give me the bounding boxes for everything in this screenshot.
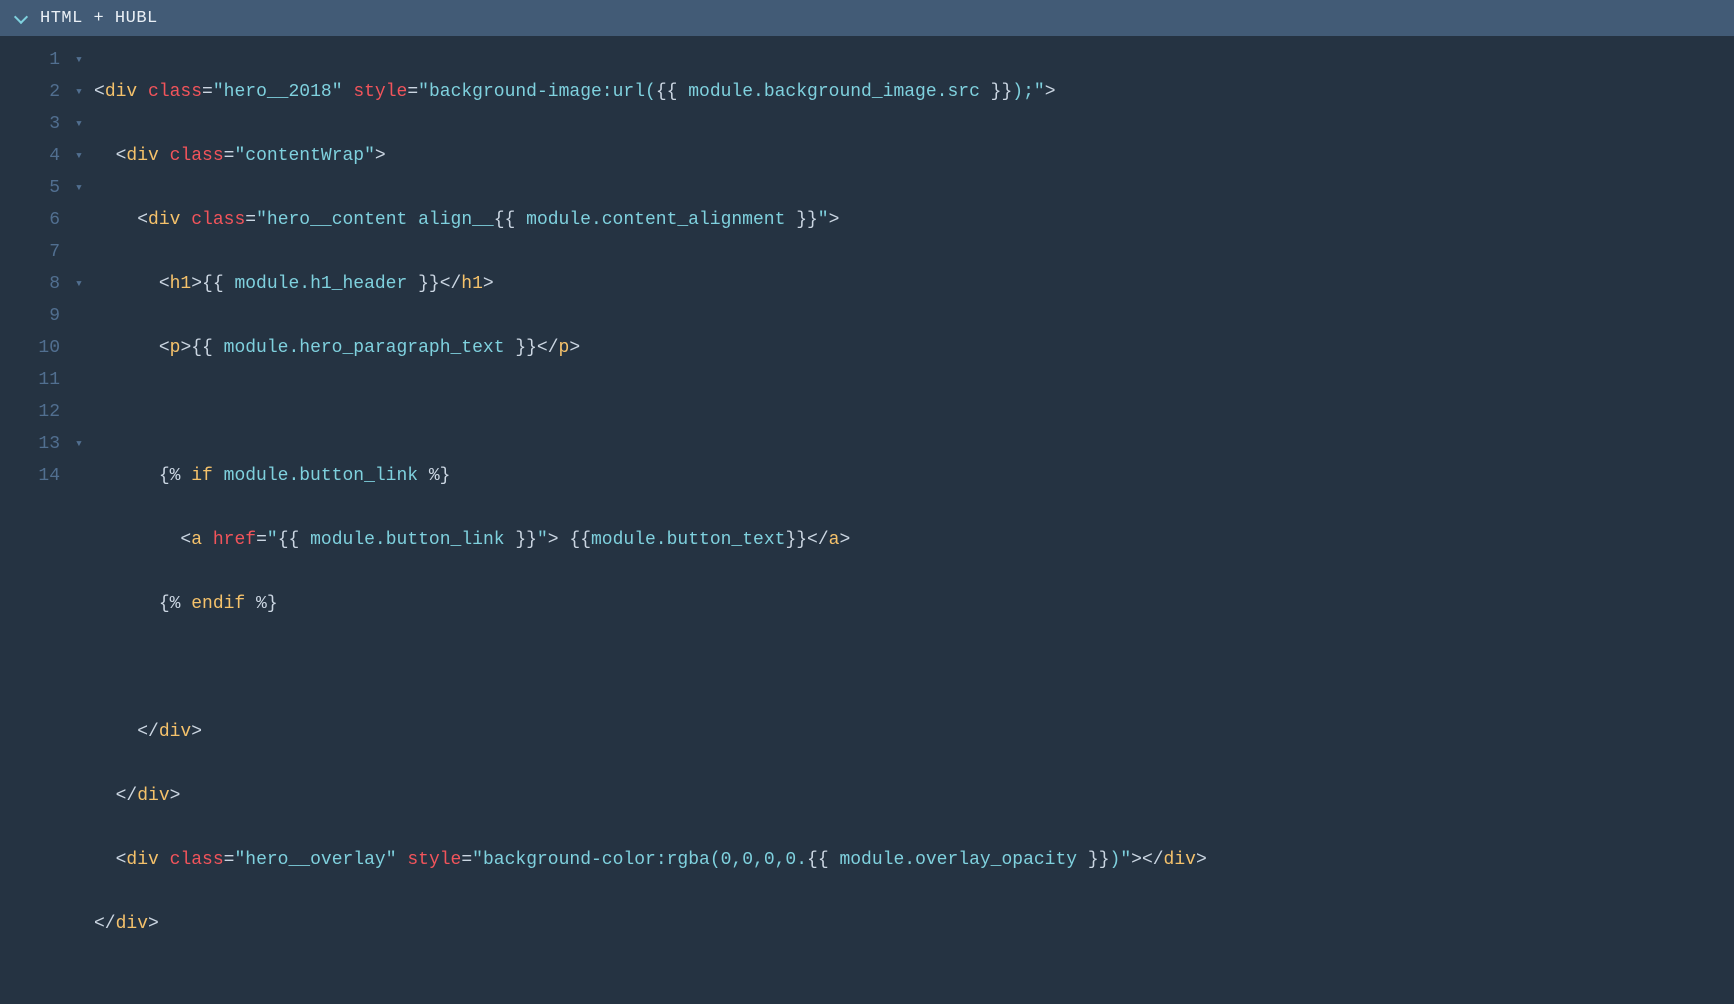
panel-title: HTML + HUBL [40,9,158,28]
line-number: 5 [0,172,60,204]
line-number: 10 [0,332,60,364]
fold-gutter: ▼ ▼ ▼ ▼ ▼ ▼ ▼ [70,44,88,1004]
fold-marker [70,236,88,268]
code-line[interactable]: <a href="{{ module.button_link }}"> {{mo… [94,524,1734,556]
code-content[interactable]: <div class="hero__2018" style="backgroun… [88,44,1734,1004]
line-number-gutter: 1 2 3 4 5 6 7 8 9 10 11 12 13 14 [0,44,70,1004]
fold-marker [70,332,88,364]
fold-marker [70,204,88,236]
line-number: 13 [0,428,60,460]
code-line[interactable]: </div> [94,716,1734,748]
code-line[interactable]: <h1>{{ module.h1_header }}</h1> [94,268,1734,300]
fold-marker[interactable]: ▼ [70,172,88,204]
code-line[interactable]: <div class="hero__overlay" style="backgr… [94,844,1734,876]
code-line[interactable]: <div class="hero__2018" style="backgroun… [94,76,1734,108]
code-line[interactable]: <p>{{ module.hero_paragraph_text }}</p> [94,332,1734,364]
fold-marker[interactable]: ▼ [70,428,88,460]
code-line[interactable]: {% endif %} [94,588,1734,620]
line-number: 3 [0,108,60,140]
fold-marker[interactable]: ▼ [70,76,88,108]
line-number: 12 [0,396,60,428]
fold-marker[interactable]: ▼ [70,108,88,140]
code-line[interactable] [94,396,1734,428]
line-number: 2 [0,76,60,108]
code-editor[interactable]: 1 2 3 4 5 6 7 8 9 10 11 12 13 14 ▼ ▼ ▼ ▼… [0,36,1734,1004]
code-line[interactable]: </div> [94,780,1734,812]
line-number: 7 [0,236,60,268]
code-line[interactable]: <div class="contentWrap"> [94,140,1734,172]
line-number: 6 [0,204,60,236]
fold-marker[interactable]: ▼ [70,268,88,300]
code-line[interactable] [94,652,1734,684]
fold-marker[interactable]: ▼ [70,140,88,172]
line-number: 11 [0,364,60,396]
fold-marker[interactable]: ▼ [70,44,88,76]
line-number: 14 [0,460,60,492]
line-number: 4 [0,140,60,172]
panel-header[interactable]: HTML + HUBL [0,0,1734,36]
fold-marker [70,364,88,396]
code-line[interactable]: </div> [94,908,1734,940]
fold-marker [70,396,88,428]
code-line[interactable]: {% if module.button_link %} [94,460,1734,492]
fold-marker [70,300,88,332]
line-number: 1 [0,44,60,76]
line-number: 9 [0,300,60,332]
line-number: 8 [0,268,60,300]
code-line[interactable]: <div class="hero__content align__{{ modu… [94,204,1734,236]
chevron-down-icon [14,9,28,23]
fold-marker [70,460,88,492]
